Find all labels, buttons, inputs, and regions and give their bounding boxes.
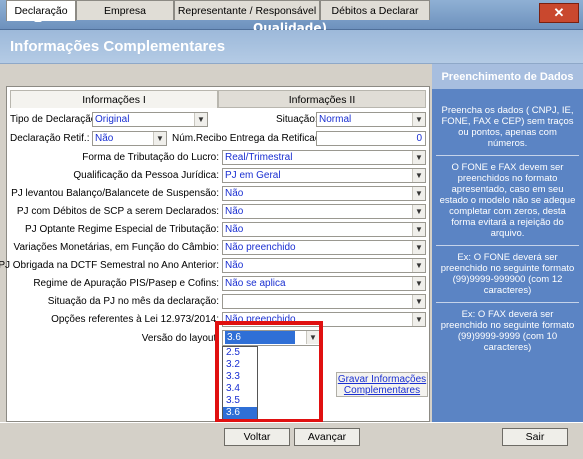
chevron-down-icon[interactable]: ▼ — [412, 259, 425, 272]
forma-tributacao-value: Real/Trimestral — [225, 152, 293, 163]
forma-tributacao-label: Forma de Tributação do Lucro: — [82, 152, 219, 163]
lei-12973-label: Opções referentes à Lei 12.973/2014: — [51, 314, 219, 325]
declaracao-retif-label: Declaração Retif.: — [10, 133, 90, 144]
regime-especial-value: Não — [225, 224, 244, 235]
declaracao-retif-select[interactable]: Não ▼ — [92, 131, 167, 146]
chevron-down-icon[interactable]: ▼ — [412, 169, 425, 182]
chevron-down-icon[interactable]: ▼ — [412, 151, 425, 164]
tab-informacoes-2[interactable]: Informações II — [218, 90, 426, 108]
regime-pis-label: Regime de Apuração PIS/Pasep e Cofins: — [33, 278, 219, 289]
situacao-select[interactable]: Normal ▼ — [316, 112, 426, 127]
dctf-semestral-value: Não — [225, 260, 244, 271]
chevron-down-icon[interactable]: ▼ — [412, 313, 425, 326]
tab-declaracao[interactable]: Declaração — [6, 0, 76, 21]
regime-pis-select[interactable]: Não se aplica ▼ — [222, 276, 426, 291]
num-recibo-input[interactable]: 0 — [316, 131, 426, 146]
dctf-semestral-label: PJ Obrigada na DCTF Semestral no Ano Ant… — [0, 260, 219, 271]
chevron-down-icon[interactable]: ▼ — [194, 113, 207, 126]
situacao-value: Normal — [319, 114, 352, 125]
situacao-pj-select[interactable]: ▼ — [222, 294, 426, 309]
tab-debitos[interactable]: Débitos a Declarar — [320, 0, 430, 20]
debitos-scp-select[interactable]: Não ▼ — [222, 204, 426, 219]
help-text-4: Ex: O FAX deverá ser preenchido no segui… — [440, 309, 575, 353]
dctf-semestral-select[interactable]: Não ▼ — [222, 258, 426, 273]
chevron-down-icon[interactable]: ▼ — [412, 223, 425, 236]
chevron-down-icon[interactable]: ▼ — [412, 277, 425, 290]
gravar-informacoes-link[interactable]: Gravar Informações Complementares — [336, 372, 428, 397]
tab-informacoes-1[interactable]: Informações I — [10, 90, 218, 108]
help-divider — [436, 302, 579, 303]
gravar-link-line1: Gravar Informações — [337, 374, 427, 385]
debitos-scp-value: Não — [225, 206, 244, 217]
chevron-down-icon[interactable]: ▼ — [412, 187, 425, 200]
help-divider — [436, 245, 579, 246]
highlight-annotation — [215, 321, 323, 423]
num-recibo-label: Núm.Recibo Entrega da Retificação: — [172, 133, 334, 144]
page-header: Informações Complementares — [0, 30, 583, 64]
regime-especial-select[interactable]: Não ▼ — [222, 222, 426, 237]
tipo-declaracao-select[interactable]: Original ▼ — [92, 112, 208, 127]
avancar-button[interactable]: Avançar — [294, 428, 360, 446]
tab-empresa[interactable]: Empresa — [76, 0, 174, 20]
page-title: Informações Complementares — [10, 38, 226, 55]
help-divider — [436, 155, 579, 156]
qualificacao-select[interactable]: PJ em Geral ▼ — [222, 168, 426, 183]
tab-representante[interactable]: Representante / Responsável — [174, 0, 320, 20]
qualificacao-label: Qualificação da Pessoa Jurídica: — [73, 170, 219, 181]
gravar-link-line2: Complementares — [343, 385, 421, 396]
tipo-declaracao-value: Original — [95, 114, 130, 125]
regime-especial-label: PJ Optante Regime Especial de Tributação… — [25, 224, 219, 235]
help-panel: Preenchimento de Dados Preencha os dados… — [432, 64, 583, 422]
versao-layout-label: Versão do layout: — [141, 333, 219, 344]
chevron-down-icon[interactable]: ▼ — [412, 241, 425, 254]
situacao-pj-label: Situação da PJ no mês da declaração: — [47, 296, 219, 307]
sair-label: Sair — [525, 431, 545, 443]
avancar-label: Avançar — [307, 431, 347, 443]
qualificacao-value: PJ em Geral — [225, 170, 281, 181]
debitos-scp-label: PJ com Débitos de SCP a serem Declarados… — [16, 206, 219, 217]
chevron-down-icon[interactable]: ▼ — [153, 132, 166, 145]
balanco-select[interactable]: Não ▼ — [222, 186, 426, 201]
balanco-label: PJ levantou Balanço/Balancete de Suspens… — [11, 188, 219, 199]
voltar-button[interactable]: Voltar — [224, 428, 290, 446]
tipo-declaracao-label: Tipo de Declaração: — [10, 114, 100, 125]
footer-bar — [0, 422, 583, 459]
regime-pis-value: Não se aplica — [225, 278, 286, 289]
forma-tributacao-select[interactable]: Real/Trimestral ▼ — [222, 150, 426, 165]
voltar-label: Voltar — [243, 431, 271, 443]
chevron-down-icon[interactable]: ▼ — [412, 113, 425, 126]
chevron-down-icon[interactable]: ▼ — [412, 205, 425, 218]
help-panel-title: Preenchimento de Dados — [432, 64, 583, 89]
variacoes-cambio-label: Variações Monetárias, em Função do Câmbi… — [13, 242, 219, 253]
declaracao-retif-value: Não — [95, 133, 114, 144]
help-text-3: Ex: O FONE deverá ser preenchido no segu… — [440, 252, 575, 296]
variacoes-cambio-select[interactable]: Não preenchido ▼ — [222, 240, 426, 255]
variacoes-cambio-value: Não preenchido — [225, 242, 296, 253]
help-text-2: O FONE e FAX devem ser preenchidos no fo… — [439, 162, 576, 239]
help-text-1: Preencha os dados ( CNPJ, IE, FONE, FAX … — [441, 105, 574, 149]
chevron-down-icon[interactable]: ▼ — [412, 295, 425, 308]
close-button[interactable]: ✕ — [539, 3, 579, 23]
situacao-label: Situação: — [276, 114, 318, 125]
balanco-value: Não — [225, 188, 244, 199]
sair-button[interactable]: Sair — [502, 428, 568, 446]
